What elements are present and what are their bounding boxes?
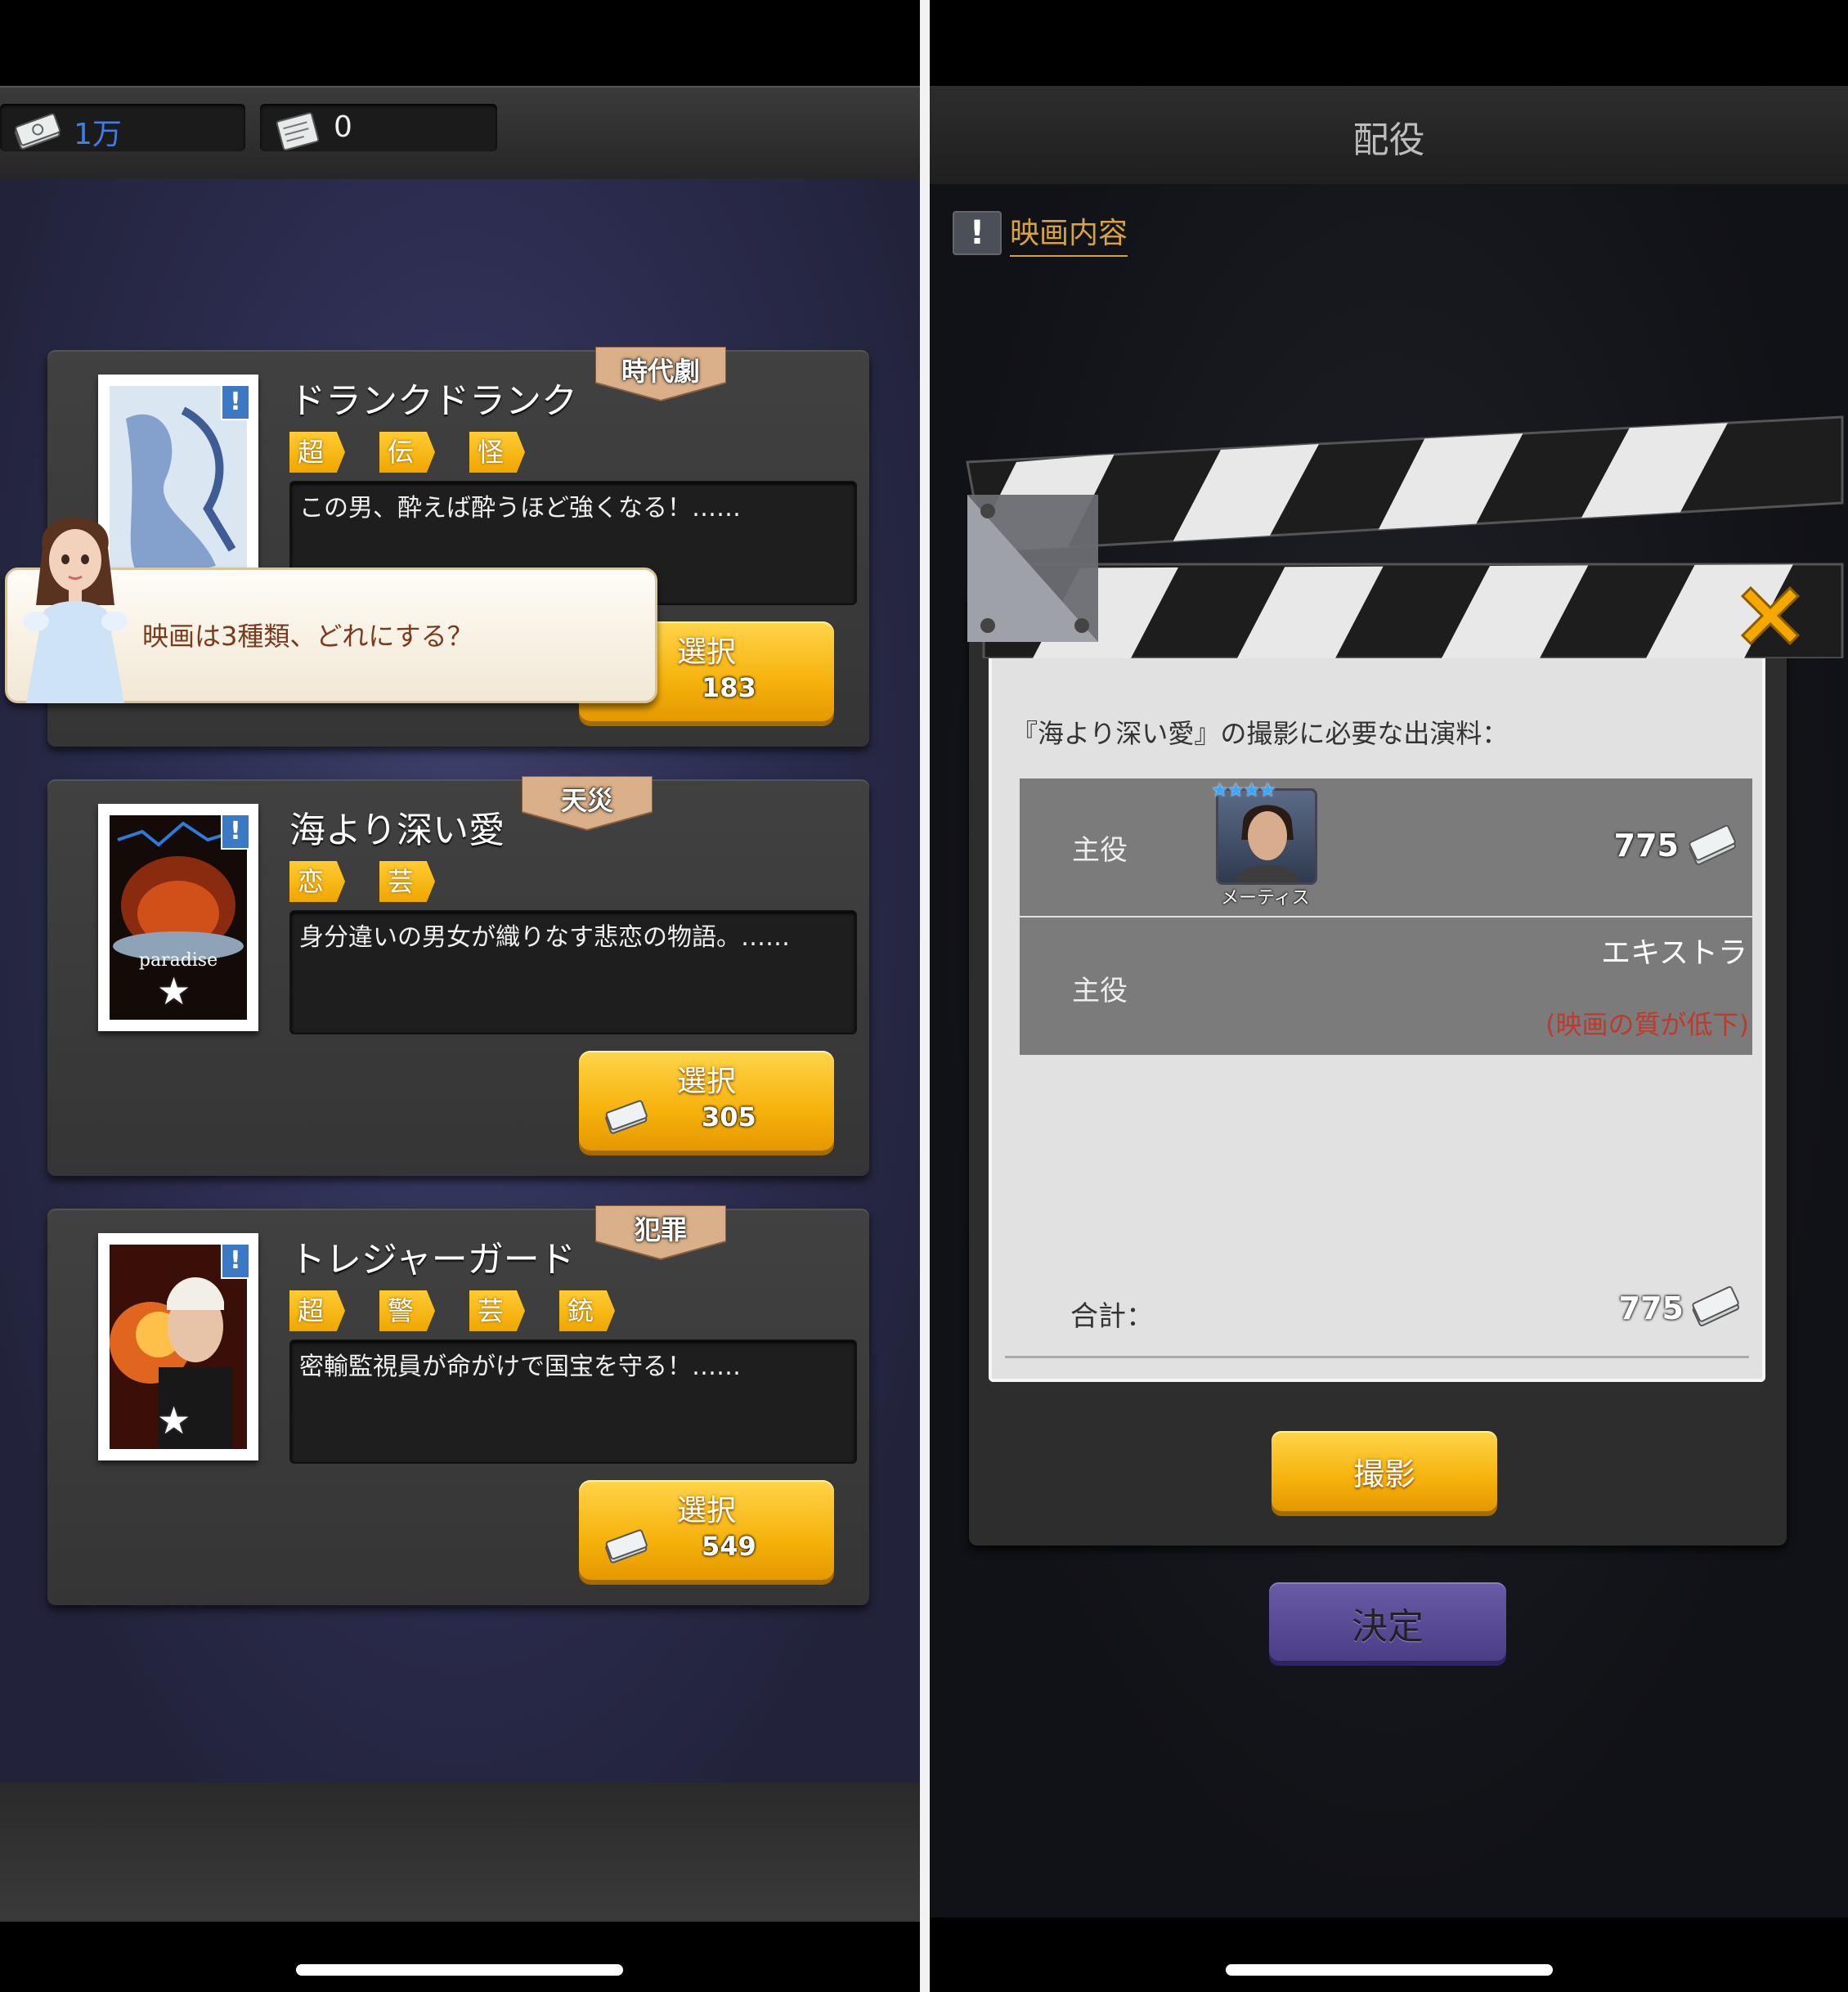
home-indicator[interactable] [1226, 1964, 1553, 1976]
casting-sheet: 『海より深い愛』の撮影に必要な出演料： 主役 ★★★★ メーティス 775 主役… [989, 654, 1765, 1382]
cost-value: 183 [702, 672, 756, 703]
fee-value: 775 [1613, 828, 1679, 864]
tag: 超人 [289, 1290, 346, 1331]
genre-tag: 時代劇 [595, 347, 726, 404]
hint-text: 映画は3種類、どれにする？ [142, 621, 473, 652]
panel-divider [920, 0, 930, 1992]
shoot-button[interactable]: 撮影 [1272, 1431, 1497, 1511]
role-row-2[interactable]: 主役 エキストラ (映画の質が低下) [1020, 917, 1752, 1055]
money-counter: 1万 [0, 104, 245, 151]
currency-bar: 1万 0 [0, 86, 920, 179]
info-icon[interactable]: ! [221, 384, 250, 420]
money-icon [14, 113, 61, 150]
movie-title: トレジャーガード [289, 1239, 576, 1281]
tag: 怪獣 [469, 432, 526, 473]
select-button[interactable]: 選択 305 [579, 1051, 834, 1151]
info-icon[interactable]: ! [221, 814, 250, 850]
movie-card-2[interactable]: 天災 paradise ! ★ 海より深い愛 恋愛 芸術 身分違いの男女が織りな… [47, 776, 869, 1176]
tag: 銃撃 [559, 1290, 616, 1331]
tag: 伝説 [379, 432, 436, 473]
extra-label: エキストラ [1601, 936, 1747, 970]
genre-tag: 犯罪 [595, 1205, 726, 1263]
casting-screen: 配役 ! 映画内容 『海より深い愛』の撮影に必要な出演料： 主役 ★★★★ メー… [930, 0, 1848, 1992]
cost-value: 305 [702, 1101, 756, 1133]
star-icon: ★ [157, 969, 191, 1013]
clapperboard [966, 415, 1844, 658]
movie-poster[interactable]: ! ★ [98, 1233, 258, 1460]
total-label: 合計： [1070, 1300, 1154, 1333]
rating-stars: ★★★★ [1211, 778, 1276, 801]
actor-portrait[interactable] [1216, 788, 1317, 885]
tag: 警察 [379, 1290, 436, 1331]
money-icon [605, 1529, 648, 1564]
cost-value: 549 [702, 1531, 756, 1562]
close-icon[interactable] [1731, 577, 1810, 655]
movie-poster[interactable]: paradise ! ★ [98, 804, 258, 1031]
movie-info-link[interactable]: 映画内容 [1010, 209, 1128, 257]
divider [1005, 1356, 1749, 1358]
movie-description: 密輸監視員が命がけで国宝を守る！…… [289, 1339, 857, 1464]
money-icon [605, 1100, 648, 1134]
decide-button[interactable]: 決定 [1269, 1582, 1506, 1661]
genre-tag: 天災 [522, 776, 653, 833]
quality-warning: (映画の質が低下) [1545, 1009, 1749, 1040]
svg-text:paradise: paradise [139, 950, 218, 971]
total-value: 775 [1618, 1290, 1684, 1326]
movie-title: ドランクドランク [289, 380, 577, 422]
script-counter: 0 [260, 104, 497, 151]
bottom-bar [0, 1783, 920, 1922]
select-button[interactable]: 選択 549 [579, 1480, 834, 1580]
sheet-header: 『海より深い愛』の撮影に必要な出演料： [1011, 718, 1509, 749]
info-icon[interactable]: ! [221, 1243, 250, 1279]
money-icon [1692, 1285, 1740, 1327]
role-row-1[interactable]: 主役 ★★★★ メーティス 775 [1020, 778, 1752, 916]
movie-select-screen: 1万 0 時代劇 ! ドランクドランク 超 伝 怪 この男、酔えば酔うほど強くな… [0, 0, 920, 1992]
movie-card-3[interactable]: 犯罪 ! ★ トレジャーガード 超人 警察 芸術 銃撃 密輸監視員が命がけで国宝… [47, 1205, 869, 1605]
movie-description: 身分違いの男女が織りなす悲恋の物語。…… [289, 910, 857, 1034]
script-value: 0 [334, 110, 352, 144]
casting-board: 『海より深い愛』の撮影に必要な出演料： 主役 ★★★★ メーティス 775 主役… [969, 589, 1787, 1546]
movie-title: 海より深い愛 [289, 810, 505, 851]
tag: 芸術 [469, 1290, 526, 1331]
role-label: 主役 [1072, 834, 1128, 867]
guide-character [23, 517, 128, 703]
screen-title: 配役 [1352, 119, 1425, 161]
role-label: 主役 [1072, 975, 1128, 1007]
screen-header: 配役 [930, 86, 1848, 184]
money-icon [1689, 824, 1737, 866]
actor-name: メーティス [1221, 888, 1310, 909]
info-icon[interactable]: ! [953, 211, 1002, 255]
star-icon: ★ [157, 1398, 191, 1442]
tag: 恋愛 [289, 861, 346, 902]
money-value: 1万 [74, 118, 122, 151]
script-icon [276, 112, 320, 151]
tag: 超人 [289, 432, 346, 473]
tag: 芸術 [379, 861, 436, 902]
home-indicator[interactable] [296, 1964, 623, 1976]
